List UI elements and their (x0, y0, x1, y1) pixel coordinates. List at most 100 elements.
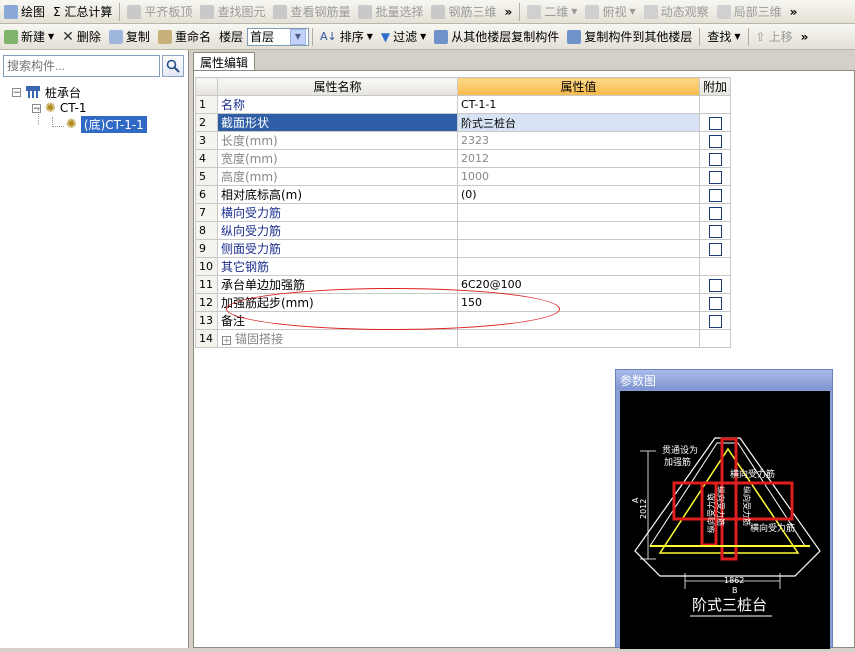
property-name-cell[interactable]: 加强筋起步(mm) (217, 293, 458, 312)
extra-checkbox[interactable] (708, 116, 722, 130)
view-2d-dropdown[interactable]: 二维 ▼ (523, 1, 581, 23)
extra-checkbox[interactable] (708, 188, 722, 202)
col-header-name[interactable]: 属性名称 (217, 77, 458, 96)
toolbar-separator (747, 27, 749, 46)
property-value-cell[interactable] (457, 329, 700, 348)
view-rebar-qty-button[interactable]: 查看钢筋量 (269, 1, 354, 23)
table-row[interactable]: 9 侧面受力筋 (195, 239, 732, 258)
move-up-button[interactable]: ⇧ 上移 (752, 26, 797, 48)
property-name-cell[interactable]: 相对底标高(m) (217, 185, 458, 204)
extra-checkbox[interactable] (708, 224, 722, 238)
table-row[interactable]: 6 相对底标高(m) (0) (195, 185, 732, 204)
table-row[interactable]: 11 承台单边加强筋 6C20@100 (195, 275, 732, 294)
align-slab-top-button[interactable]: 平齐板顶 (123, 1, 196, 23)
table-row[interactable]: 2 截面形状 阶式三桩台 (195, 113, 732, 132)
property-name-cell[interactable]: 纵向受力筋 (217, 221, 458, 240)
copy-button[interactable]: 复制 (105, 26, 154, 48)
toolbar2-overflow[interactable]: » (797, 26, 813, 48)
property-value-cell[interactable] (457, 221, 700, 240)
extra-checkbox[interactable] (708, 296, 722, 310)
property-name-cell[interactable]: + 锚固搭接 (217, 329, 458, 348)
property-name-cell[interactable]: 宽度(mm) (217, 149, 458, 168)
property-name-cell[interactable]: 横向受力筋 (217, 203, 458, 222)
search-button[interactable] (162, 55, 184, 77)
property-value-cell[interactable]: 1000 (457, 167, 700, 186)
table-row[interactable]: 8 纵向受力筋 (195, 221, 732, 240)
new-button[interactable]: 新建 ▼ (0, 26, 58, 48)
table-row[interactable]: 14 + 锚固搭接 (195, 329, 732, 348)
table-row[interactable]: 13 备注 (195, 311, 732, 330)
property-value-cell[interactable] (457, 203, 700, 222)
col-header-extra[interactable]: 附加 (698, 77, 732, 96)
table-row[interactable]: 4 宽度(mm) 2012 (195, 149, 732, 168)
pile-cap-diagram: 贯通设为 加强筋 横向受力筋 纵向受力筋 纵向受力筋 纵向受力筋 横向受力筋 2… (631, 437, 821, 617)
property-value-cell[interactable] (457, 239, 700, 258)
search-input[interactable] (3, 55, 160, 77)
sort-button[interactable]: A↓ 排序 ▼ (316, 26, 377, 48)
collapse-icon[interactable]: − (12, 87, 21, 97)
table-row[interactable]: 10 其它钢筋 (195, 257, 732, 276)
property-value-cell[interactable] (457, 311, 700, 330)
extra-checkbox[interactable] (708, 152, 722, 166)
top-view-button[interactable]: 俯视 ▼ (581, 1, 639, 23)
delete-button[interactable]: ✕ 删除 (58, 26, 105, 48)
find-element-button[interactable]: 查找图元 (196, 1, 269, 23)
row-number: 2 (195, 113, 218, 132)
property-value-cell[interactable] (457, 257, 700, 276)
chevron-down-icon: ▼ (48, 32, 55, 41)
table-row[interactable]: 1 名称 CT-1-1 (195, 95, 732, 114)
pile-cap-icon (26, 86, 40, 98)
tab-property-edit[interactable]: 属性编辑 (193, 52, 256, 71)
property-value-cell[interactable]: 阶式三桩台 (457, 113, 700, 132)
tree-node-pile-cap[interactable]: − 桩承台 (12, 84, 81, 100)
property-value-cell[interactable]: 2012 (457, 149, 700, 168)
floor-select[interactable]: 首层 ▼ (246, 27, 309, 46)
property-name-cell[interactable]: 承台单边加强筋 (217, 275, 458, 294)
find-button[interactable]: 查找 ▼ (703, 26, 744, 48)
rename-button[interactable]: 重命名 (154, 26, 215, 48)
table-row[interactable]: 12 加强筋起步(mm) 150 (195, 293, 732, 312)
property-name-cell[interactable]: 侧面受力筋 (217, 239, 458, 258)
summary-calc-button[interactable]: Σ 汇总计算 (49, 1, 116, 23)
property-name-cell[interactable]: 名称 (217, 95, 458, 114)
pencil-icon (4, 4, 18, 19)
table-row[interactable]: 3 长度(mm) 2323 (195, 131, 732, 150)
extra-cell (698, 95, 732, 114)
property-name-cell[interactable]: 长度(mm) (217, 131, 458, 150)
batch-select-button[interactable]: 批量选择 (354, 1, 427, 23)
property-name-cell[interactable]: 其它钢筋 (217, 257, 458, 276)
col-header-value[interactable]: 属性值 (457, 77, 700, 96)
rebar-3d-button[interactable]: 钢筋三维 (427, 1, 500, 23)
table-row[interactable]: 7 横向受力筋 (195, 203, 732, 222)
property-name-cell[interactable]: 高度(mm) (217, 167, 458, 186)
copy-from-floor-button[interactable]: 从其他楼层复制构件 (430, 26, 563, 48)
expand-icon[interactable]: + (222, 336, 231, 346)
extra-checkbox[interactable] (708, 134, 722, 148)
extra-checkbox[interactable] (708, 206, 722, 220)
local-3d-button[interactable]: 局部三维 (713, 1, 786, 23)
tree-node-ct-1-1[interactable]: ✺ (底)CT-1-1 (66, 115, 147, 133)
extra-checkbox[interactable] (708, 314, 722, 328)
row-number: 11 (195, 275, 218, 294)
batch-icon (358, 4, 373, 19)
toolbar1-overflow[interactable]: » (501, 1, 517, 23)
toolbar1-overflow-2[interactable]: » (786, 1, 802, 23)
extra-checkbox[interactable] (708, 278, 722, 292)
property-value-cell[interactable]: (0) (457, 185, 700, 204)
dynamic-orbit-button[interactable]: 动态观察 (640, 1, 713, 23)
arrow-up-icon: ⇧ (755, 29, 766, 44)
filter-button[interactable]: ▼ 过滤 ▼ (377, 26, 430, 48)
v-rebar-label-2: 纵向受力筋 (742, 486, 752, 526)
property-value-cell[interactable]: 6C20@100 (457, 275, 700, 294)
property-value-cell[interactable]: 2323 (457, 131, 700, 150)
property-value-cell[interactable]: CT-1-1 (457, 95, 700, 114)
table-row[interactable]: 5 高度(mm) 1000 (195, 167, 732, 186)
extra-checkbox[interactable] (708, 242, 722, 256)
tree-node-ct-1[interactable]: − ✺ CT-1 (32, 100, 86, 116)
copy-to-floor-button[interactable]: 复制构件到其他楼层 (563, 26, 696, 48)
extra-checkbox[interactable] (708, 170, 722, 184)
property-value-cell[interactable]: 150 (457, 293, 700, 312)
draw-button[interactable]: 绘图 (0, 1, 49, 23)
property-name-cell[interactable]: 截面形状 (217, 113, 458, 132)
property-name-cell[interactable]: 备注 (217, 311, 458, 330)
